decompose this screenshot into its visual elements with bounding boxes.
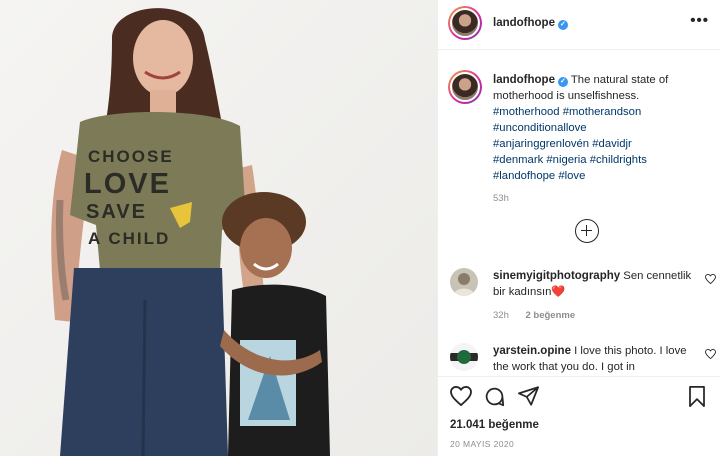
shirt-line-1: CHOOSE [88, 147, 174, 166]
author-avatar[interactable] [448, 6, 482, 40]
share-icon[interactable] [518, 386, 539, 406]
caption-body: landofhope ✓ The natural state of motherh… [493, 72, 715, 207]
caption-username[interactable]: landofhope ✓ [493, 74, 568, 87]
comment-text: sinemyigitphotography Sen cennetlik bir … [493, 270, 692, 298]
comment-icon[interactable] [484, 386, 505, 407]
caption-avatar[interactable] [448, 70, 482, 104]
comment-item: sinemyigitphotography Sen cennetlik bir … [448, 266, 716, 328]
likes-count[interactable]: 21.041 beğenme [450, 419, 539, 431]
verified-badge-icon: ✓ [557, 20, 568, 30]
shirt-line-2: LOVE [84, 168, 171, 200]
shirt-line-3: SAVE [86, 201, 147, 223]
comment-meta: 32h 2 beğenme [493, 310, 589, 321]
comment-likes[interactable]: 2 beğenme [526, 310, 576, 321]
post-photo[interactable]: CHOOSE LOVE SAVE A CHILD [0, 0, 437, 456]
bookmark-icon[interactable] [688, 386, 706, 407]
comment-item: yarstein.opine I love this photo. I love… [448, 341, 716, 377]
commenter-username[interactable]: yarstein.opine [493, 345, 571, 357]
hashtag[interactable]: #nigeria [546, 154, 586, 166]
shirt-line-4: A CHILD [88, 229, 170, 248]
instagram-post: CHOOSE LOVE SAVE A CHILD landofhope ✓ ••… [0, 0, 720, 456]
post-date: 20 MAYIS 2020 [450, 439, 515, 449]
heart-icon[interactable] [450, 386, 472, 406]
like-comment-heart-icon[interactable] [705, 274, 716, 284]
more-options-icon[interactable]: ••• [690, 12, 709, 29]
hashtag[interactable]: #davidjr [592, 138, 632, 150]
commenter-avatar[interactable] [450, 268, 478, 296]
post-actions: 21.041 beğenme 20 MAYIS 2020 [438, 376, 720, 456]
hashtag[interactable]: #unconditionallove [493, 122, 587, 134]
comment-time[interactable]: 32h [493, 310, 509, 321]
post-image: CHOOSE LOVE SAVE A CHILD [0, 0, 437, 456]
comment-text: yarstein.opine I love this photo. I love… [493, 345, 687, 373]
hashtag[interactable]: #anjaringgrenlovén [493, 138, 589, 150]
commenter-username[interactable]: sinemyigitphotography [493, 270, 620, 282]
hashtag[interactable]: #landofhope [493, 170, 555, 182]
commenter-avatar[interactable] [450, 343, 478, 371]
post-sidebar: landofhope ✓ ••• landofhope ✓ The natural … [437, 0, 720, 456]
like-comment-heart-icon[interactable] [705, 349, 716, 359]
hashtag[interactable]: #motherhood [493, 106, 560, 118]
caption-time[interactable]: 53h [493, 191, 715, 207]
caption-verified-badge-icon: ✓ [557, 77, 568, 87]
author-username[interactable]: landofhope ✓ [493, 17, 568, 30]
load-more-comments-icon[interactable] [575, 219, 599, 243]
hashtag[interactable]: #childrights [590, 154, 647, 166]
hashtag[interactable]: #denmark [493, 154, 543, 166]
hashtag[interactable]: #motherandson [563, 106, 642, 118]
heart-emoji: ❤️ [551, 286, 566, 298]
post-header: landofhope ✓ ••• [438, 0, 720, 50]
hashtag[interactable]: #love [558, 170, 585, 182]
